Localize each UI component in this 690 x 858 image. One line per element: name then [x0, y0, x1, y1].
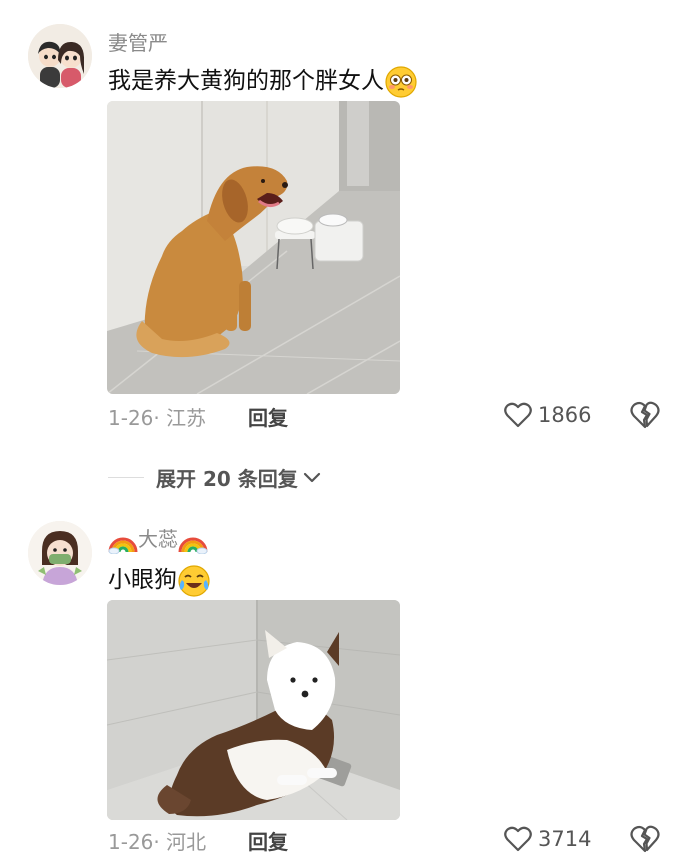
expand-replies-label: 展开 20 条回复 [156, 466, 298, 491]
comment-meta: 1-26· 江苏 回复 1866 [108, 401, 668, 434]
broken-heart-icon [630, 401, 660, 429]
reply-button[interactable]: 回复 [248, 826, 288, 855]
like-button[interactable]: 1866 [504, 402, 591, 428]
dislike-button[interactable] [630, 825, 660, 858]
avatar[interactable] [28, 24, 92, 88]
username-text: 大蕊 [138, 527, 178, 551]
comment-date-location: 1-26· 江苏 [108, 406, 207, 430]
comment-meta: 1-26· 河北 回复 3714 [108, 825, 668, 858]
avatar[interactable] [28, 521, 92, 585]
comment-date-location: 1-26· 河北 [108, 830, 207, 854]
comment-photo[interactable] [107, 101, 400, 394]
like-count: 3714 [538, 827, 592, 851]
username[interactable]: 大蕊 [108, 523, 208, 555]
rainbow-icon [108, 526, 138, 555]
comment-photo[interactable] [107, 600, 400, 820]
comment-text-body: 我是养大黄狗的那个胖女人 [108, 68, 384, 94]
expand-replies[interactable]: 展开 20 条回复 [108, 462, 322, 492]
chevron-down-icon [303, 472, 320, 483]
crying-laughing-face-icon [177, 564, 211, 598]
comment-text: 我是养大黄狗的那个胖女人 [108, 61, 418, 99]
like-button[interactable]: 3714 [504, 826, 591, 852]
reply-button[interactable]: 回复 [248, 402, 288, 431]
divider [108, 476, 144, 478]
heart-icon [504, 826, 532, 852]
comment-text: 小眼狗 [108, 560, 211, 598]
rainbow-icon [178, 526, 208, 555]
heart-icon [504, 402, 532, 428]
username[interactable]: 妻管严 [108, 27, 168, 56]
comment-text-body: 小眼狗 [108, 567, 177, 593]
dislike-button[interactable] [630, 401, 660, 434]
like-count: 1866 [538, 403, 592, 427]
flushed-face-emoji-icon [384, 65, 418, 99]
broken-heart-icon [630, 825, 660, 853]
